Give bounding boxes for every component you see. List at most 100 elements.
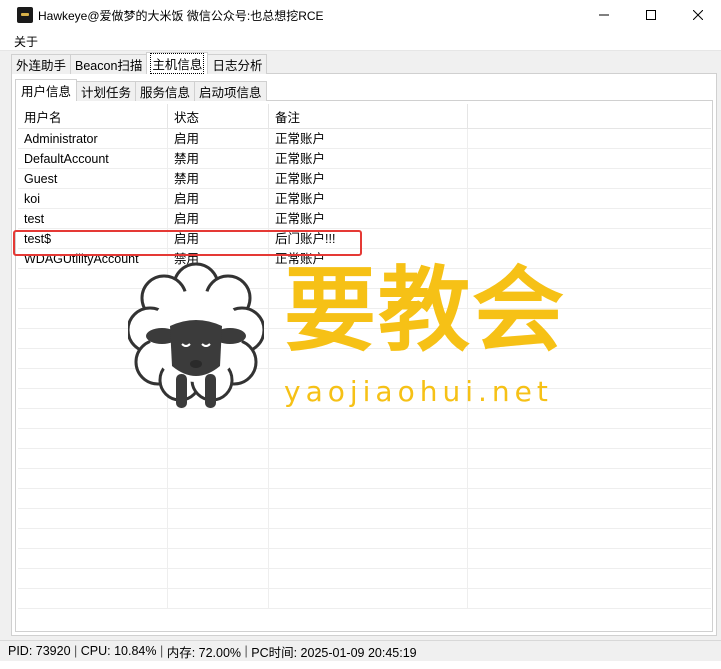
cell-username bbox=[18, 529, 168, 549]
tab-outbound-helper[interactable]: 外连助手 bbox=[11, 54, 72, 74]
cell-remark bbox=[269, 409, 468, 429]
menu-about[interactable]: 关于 bbox=[14, 33, 38, 50]
tab-service-info[interactable]: 服务信息 bbox=[135, 81, 196, 101]
cell-status bbox=[168, 549, 269, 569]
cell-username bbox=[18, 429, 168, 449]
cell-username: koi bbox=[18, 189, 168, 209]
cell-empty bbox=[468, 569, 711, 589]
maximize-button[interactable] bbox=[627, 0, 674, 30]
cell-status bbox=[168, 469, 269, 489]
app-icon bbox=[17, 7, 33, 23]
table-row[interactable] bbox=[18, 409, 711, 429]
maximize-icon bbox=[645, 10, 656, 20]
cell-status bbox=[168, 429, 269, 449]
cell-remark bbox=[269, 509, 468, 529]
minimize-icon bbox=[598, 14, 609, 16]
tab-user-info[interactable]: 用户信息 bbox=[15, 79, 78, 101]
cell-remark bbox=[269, 529, 468, 549]
cell-empty bbox=[468, 549, 711, 569]
table-row[interactable] bbox=[18, 569, 711, 589]
cell-empty bbox=[468, 149, 711, 169]
cell-empty bbox=[468, 509, 711, 529]
tab-label: 用户信息 bbox=[21, 85, 72, 99]
list-header: 用户名 状态 备注 bbox=[18, 104, 711, 129]
cell-username bbox=[18, 409, 168, 429]
status-separator: | bbox=[156, 644, 167, 658]
tab-scheduled-tasks[interactable]: 计划任务 bbox=[76, 81, 137, 101]
cell-username bbox=[18, 569, 168, 589]
cell-remark: 正常账户 bbox=[269, 169, 468, 189]
user-list[interactable]: 用户名 状态 备注 Administrator 启用 正常账户 DefaultAcco… bbox=[18, 104, 711, 630]
main-tabs: 外连助手 Beacon扫描 主机信息 日志分析 bbox=[11, 52, 268, 74]
tab-label: 启动项信息 bbox=[199, 86, 262, 100]
list-rows: Administrator 启用 正常账户 DefaultAccount 禁用 正常账户 G… bbox=[18, 129, 711, 609]
sheep-logo-icon bbox=[128, 262, 264, 408]
cell-username: Guest bbox=[18, 169, 168, 189]
tab-log-analysis[interactable]: 日志分析 bbox=[207, 54, 268, 74]
sub-tabs: 用户信息 计划任务 服务信息 启动项信息 bbox=[15, 79, 267, 101]
close-button[interactable] bbox=[674, 0, 721, 30]
cell-remark bbox=[269, 589, 468, 609]
table-row[interactable]: DefaultAccount 禁用 正常账户 bbox=[18, 149, 711, 169]
cell-username: test bbox=[18, 209, 168, 229]
tab-startup-info[interactable]: 启动项信息 bbox=[194, 81, 267, 101]
cell-status bbox=[168, 449, 269, 469]
cell-status bbox=[168, 409, 269, 429]
cell-status bbox=[168, 529, 269, 549]
column-header-remark[interactable]: 备注 bbox=[269, 104, 468, 128]
table-row[interactable]: test 启用 正常账户 bbox=[18, 209, 711, 229]
status-pc-time: PC时间: 2025-01-09 20:45:19 bbox=[251, 645, 417, 660]
highlight-box bbox=[13, 230, 362, 256]
cell-remark bbox=[269, 429, 468, 449]
cell-remark bbox=[269, 449, 468, 469]
cell-status bbox=[168, 509, 269, 529]
title-bar: Hawkeye@爱做梦的大米饭 微信公众号:也总想挖RCE bbox=[0, 0, 721, 30]
table-row[interactable] bbox=[18, 449, 711, 469]
bottom-edge bbox=[0, 661, 721, 669]
tab-label: 计划任务 bbox=[81, 86, 132, 100]
column-header-status[interactable]: 状态 bbox=[168, 104, 269, 128]
cell-empty bbox=[468, 189, 711, 209]
cell-username bbox=[18, 489, 168, 509]
cell-empty bbox=[468, 589, 711, 609]
table-row[interactable] bbox=[18, 589, 711, 609]
table-row[interactable] bbox=[18, 489, 711, 509]
table-row[interactable] bbox=[18, 509, 711, 529]
cell-username bbox=[18, 549, 168, 569]
cell-empty bbox=[468, 489, 711, 509]
cell-status: 禁用 bbox=[168, 149, 269, 169]
table-row[interactable] bbox=[18, 529, 711, 549]
column-header-username[interactable]: 用户名 bbox=[18, 104, 168, 128]
cell-empty bbox=[468, 209, 711, 229]
tab-beacon-scan[interactable]: Beacon扫描 bbox=[70, 54, 148, 74]
table-row[interactable]: Guest 禁用 正常账户 bbox=[18, 169, 711, 189]
cell-username bbox=[18, 589, 168, 609]
cell-remark bbox=[269, 569, 468, 589]
window-controls bbox=[580, 0, 721, 30]
table-row[interactable] bbox=[18, 549, 711, 569]
cell-username bbox=[18, 509, 168, 529]
cell-status: 启用 bbox=[168, 209, 269, 229]
status-separator: | bbox=[241, 644, 252, 658]
table-row[interactable]: koi 启用 正常账户 bbox=[18, 189, 711, 209]
cell-username: DefaultAccount bbox=[18, 149, 168, 169]
minimize-button[interactable] bbox=[580, 0, 627, 30]
table-row[interactable] bbox=[18, 429, 711, 449]
column-header-empty bbox=[468, 104, 711, 128]
cell-remark bbox=[269, 549, 468, 569]
menu-bar: 关于 bbox=[0, 30, 721, 51]
cell-status bbox=[168, 569, 269, 589]
cell-empty bbox=[468, 409, 711, 429]
cell-remark bbox=[269, 469, 468, 489]
tab-label: 日志分析 bbox=[212, 59, 263, 73]
cell-empty bbox=[468, 429, 711, 449]
tab-label: Beacon扫描 bbox=[75, 59, 143, 73]
cell-remark bbox=[269, 489, 468, 509]
table-row[interactable] bbox=[18, 469, 711, 489]
tab-host-info[interactable]: 主机信息 bbox=[146, 52, 209, 74]
status-bar: PID: 73920 | CPU: 10.84% | 内存: 72.00% | … bbox=[0, 640, 721, 661]
cell-empty bbox=[468, 129, 711, 149]
window-title: Hawkeye@爱做梦的大米饭 微信公众号:也总想挖RCE bbox=[38, 8, 324, 23]
cell-empty bbox=[468, 469, 711, 489]
table-row[interactable]: Administrator 启用 正常账户 bbox=[18, 129, 711, 149]
